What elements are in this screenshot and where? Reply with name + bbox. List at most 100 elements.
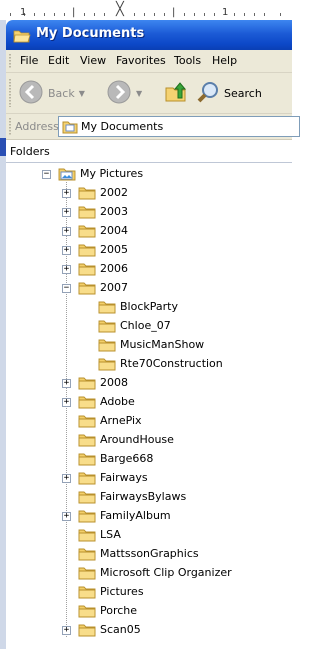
tree-node-label: 2007 — [100, 281, 128, 294]
menu-view[interactable]: View — [80, 54, 106, 67]
tree-node-label: 2006 — [100, 262, 128, 275]
tree-node[interactable]: Porche — [6, 602, 292, 621]
tree-node-label: Scan05 — [100, 623, 141, 636]
tree-node[interactable]: ArnePix — [6, 412, 292, 431]
expand-icon[interactable]: + — [62, 474, 71, 483]
search-button[interactable]: Search — [196, 79, 262, 107]
tree-node[interactable]: +2008 — [6, 374, 292, 393]
forward-button[interactable]: ▼ — [106, 79, 142, 107]
address-field[interactable]: My Documents — [58, 116, 300, 137]
ruler-tick — [154, 13, 155, 16]
folder-icon — [78, 452, 96, 466]
folder-icon — [78, 433, 96, 447]
ruler-tick — [234, 13, 235, 16]
folder-icon — [78, 585, 96, 599]
ruler-cross-icon: ╳ — [116, 2, 124, 17]
folder-icon — [78, 376, 96, 390]
ruler-tick — [104, 13, 105, 16]
folder-icon — [78, 490, 96, 504]
ruler-tick — [84, 13, 85, 16]
ruler-tick — [244, 13, 245, 16]
address-label: Address — [15, 120, 59, 133]
menu-help[interactable]: Help — [212, 54, 237, 67]
tree-node-label: MusicManShow — [120, 338, 205, 351]
tree-node-label: AroundHouse — [100, 433, 174, 446]
folder-icon — [78, 566, 96, 580]
tree-node[interactable]: MusicManShow — [6, 336, 292, 355]
tree-node[interactable]: +2006 — [6, 260, 292, 279]
toolbar-grip[interactable] — [9, 79, 11, 107]
tree-node[interactable]: Pictures — [6, 583, 292, 602]
expand-icon[interactable]: + — [62, 379, 71, 388]
folders-pane-header: Folders — [6, 140, 292, 163]
tree-node[interactable]: Microsoft Clip Organizer — [6, 564, 292, 583]
title-bar[interactable]: My Documents — [6, 20, 292, 50]
tree-node[interactable]: LSA — [6, 526, 292, 545]
search-label: Search — [224, 86, 262, 100]
tree-node[interactable]: − My Pictures — [6, 165, 292, 184]
folder-icon — [78, 414, 96, 428]
menu-edit[interactable]: Edit — [48, 54, 69, 67]
tree-node-label: 2003 — [100, 205, 128, 218]
tree-node[interactable]: +2005 — [6, 241, 292, 260]
tree-node[interactable]: BlockParty — [6, 298, 292, 317]
ruler-tick — [134, 13, 135, 16]
tree-node[interactable]: +2004 — [6, 222, 292, 241]
tree-node-label: Chloe_07 — [120, 319, 171, 332]
tree-node[interactable]: +2003 — [6, 203, 292, 222]
expand-icon[interactable]: + — [62, 246, 71, 255]
tree-node[interactable]: + Adobe — [6, 393, 292, 412]
expand-icon[interactable]: + — [62, 512, 71, 521]
collapse-icon[interactable]: − — [42, 170, 51, 179]
tree-node[interactable]: + Scan05 — [6, 621, 292, 640]
address-grip[interactable] — [9, 118, 11, 135]
expand-icon[interactable]: + — [62, 208, 71, 217]
address-bar: Address My Documents — [6, 114, 300, 140]
expand-icon[interactable]: + — [62, 626, 71, 635]
tree-node-label: FairwaysBylaws — [100, 490, 187, 503]
expand-icon[interactable]: + — [62, 189, 71, 198]
tree-node[interactable]: − 2007 — [6, 279, 292, 298]
up-folder-icon — [164, 80, 188, 107]
ruler-tick — [264, 13, 265, 16]
folder-icon — [98, 338, 116, 352]
tree-node[interactable]: + Fairways — [6, 469, 292, 488]
tree-node-label: Microsoft Clip Organizer — [100, 566, 232, 579]
tree-node-label: 2002 — [100, 186, 128, 199]
tree-node[interactable]: Barge668 — [6, 450, 292, 469]
ruler-tick — [194, 13, 195, 16]
folder-icon — [78, 186, 96, 200]
expand-icon[interactable]: + — [62, 227, 71, 236]
back-label: Back — [48, 86, 75, 100]
expand-icon[interactable]: + — [62, 265, 71, 274]
collapse-icon[interactable]: − — [62, 284, 71, 293]
menu-grip[interactable] — [9, 54, 11, 69]
chevron-down-icon[interactable]: ▼ — [79, 89, 85, 98]
pictures-folder-icon — [58, 167, 76, 181]
tree-node[interactable]: Chloe_07 — [6, 317, 292, 336]
up-folder-button[interactable] — [164, 79, 188, 107]
tree-node[interactable]: AroundHouse — [6, 431, 292, 450]
tree-node[interactable]: +2002 — [6, 184, 292, 203]
tree-node[interactable]: FairwaysBylaws — [6, 488, 292, 507]
tree-node[interactable]: + FamilyAlbum — [6, 507, 292, 526]
folder-icon — [78, 395, 96, 409]
explorer-window: My Documents File Edit View Favorites To… — [6, 20, 300, 649]
expand-icon[interactable]: + — [62, 398, 71, 407]
tree-node[interactable]: Rte70Construction — [6, 355, 292, 374]
ruler-tick — [204, 13, 205, 16]
folder-icon — [78, 224, 96, 238]
chevron-down-icon[interactable]: ▼ — [136, 89, 142, 98]
menu-favorites[interactable]: Favorites — [116, 54, 166, 67]
menu-file[interactable]: File — [20, 54, 38, 67]
menu-tools[interactable]: Tools — [174, 54, 201, 67]
tree-node-label: Barge668 — [100, 452, 154, 465]
ruler-tick — [164, 13, 165, 16]
tree-node[interactable]: MattssonGraphics — [6, 545, 292, 564]
back-button[interactable]: Back ▼ — [18, 79, 85, 107]
tree-node-label: FamilyAlbum — [100, 509, 171, 522]
tree-node-label: My Pictures — [80, 167, 144, 180]
folder-icon — [98, 357, 116, 371]
folder-icon — [78, 471, 96, 485]
ruler-tick — [254, 13, 255, 16]
